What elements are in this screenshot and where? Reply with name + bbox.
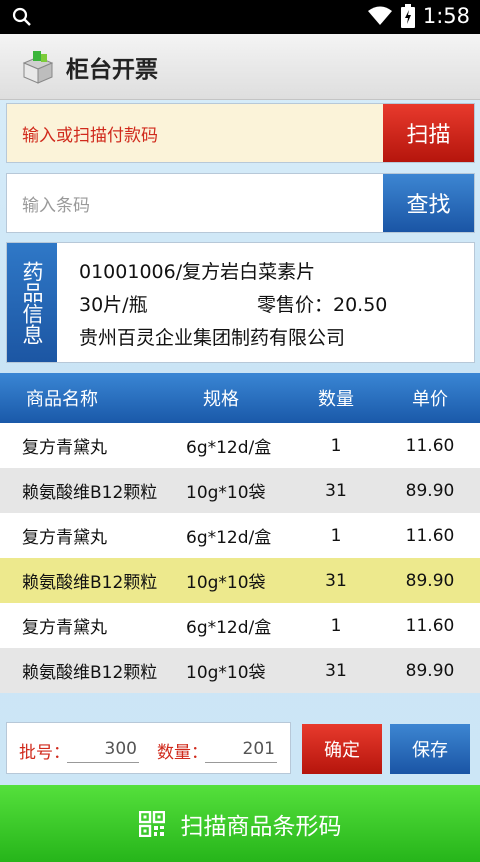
scan-product-label: 扫描商品条形码: [180, 813, 342, 840]
cell-name: 赖氨酸维B12颗粒: [22, 663, 158, 683]
cell-spec: 10g*10袋: [186, 573, 266, 593]
barcode-row: 输入条码 查找: [6, 173, 475, 233]
drug-spec: 30片/瓶: [79, 294, 148, 316]
cell-spec: 6g*12d/盒: [186, 438, 272, 458]
qr-icon: [138, 810, 165, 837]
cell-name: 复方青黛丸: [22, 528, 107, 548]
cell-price: 11.60: [405, 435, 455, 456]
header-name: 商品名称: [26, 389, 98, 410]
table-row[interactable]: 复方青黛丸 6g*12d/盒 1 11.60: [0, 513, 480, 558]
drug-code-name: 01001006/复方岩白菜素片: [79, 261, 316, 283]
app-logo-icon: [22, 50, 54, 84]
qty-label: 数量：: [157, 743, 208, 763]
cell-qty: 1: [330, 435, 342, 456]
cell-name: 复方青黛丸: [22, 438, 107, 458]
barcode-input[interactable]: 输入条码: [7, 174, 383, 232]
cell-qty: 31: [325, 570, 347, 591]
table-row-selected[interactable]: 赖氨酸维B12颗粒 10g*10袋 31 89.90: [0, 558, 480, 603]
batch-label: 批号：: [19, 743, 70, 763]
cell-spec: 6g*12d/盒: [186, 528, 272, 548]
cell-spec: 10g*10袋: [186, 663, 266, 683]
cell-qty: 1: [330, 615, 342, 636]
table-header: 商品名称 规格 数量 单价: [0, 373, 480, 423]
status-bar: 1:58: [0, 0, 480, 34]
header-price: 单价: [412, 389, 448, 410]
page-title: 柜台开票: [66, 56, 158, 83]
cell-price: 11.60: [405, 525, 455, 546]
cell-spec: 6g*12d/盒: [186, 618, 272, 638]
cell-qty: 1: [330, 525, 342, 546]
cell-qty: 31: [325, 660, 347, 681]
payment-code-input[interactable]: 输入或扫描付款码: [7, 104, 383, 162]
scan-payment-button[interactable]: 扫描: [383, 104, 474, 162]
search-icon[interactable]: [12, 7, 32, 27]
cell-qty: 31: [325, 480, 347, 501]
drug-manufacturer: 贵州百灵企业集团制药有限公司: [79, 327, 346, 349]
payment-code-row: 输入或扫描付款码 扫描: [6, 103, 475, 163]
clock: 1:58: [422, 4, 470, 28]
cell-name: 复方青黛丸: [22, 618, 107, 638]
table-row[interactable]: 赖氨酸维B12颗粒 10g*10袋 31 89.90: [0, 468, 480, 513]
cell-price: 11.60: [405, 615, 455, 636]
qty-input[interactable]: 201: [205, 733, 277, 763]
table-row[interactable]: 复方青黛丸 6g*12d/盒 1 11.60: [0, 423, 480, 468]
cell-spec: 10g*10袋: [186, 483, 266, 503]
cell-name: 赖氨酸维B12颗粒: [22, 483, 158, 503]
scan-product-barcode-button[interactable]: 扫描商品条形码: [0, 785, 480, 862]
drug-retail-price: 零售价：20.50: [257, 294, 388, 316]
item-table: 复方青黛丸 6g*12d/盒 1 11.60 赖氨酸维B12颗粒 10g*10袋…: [0, 423, 480, 693]
header-spec: 规格: [203, 389, 239, 410]
save-button[interactable]: 保存: [390, 724, 470, 774]
cell-name: 赖氨酸维B12颗粒: [22, 573, 158, 593]
table-row[interactable]: 赖氨酸维B12颗粒 10g*10袋 31 89.90: [0, 648, 480, 693]
battery-icon: [400, 4, 415, 28]
drug-info-tag: 药品信息: [7, 243, 57, 362]
batch-qty-entry: 批号： 300 数量： 201: [6, 722, 291, 774]
table-row[interactable]: 复方青黛丸 6g*12d/盒 1 11.60: [0, 603, 480, 648]
drug-info-panel: 药品信息 01001006/复方岩白菜素片 30片/瓶 零售价：20.50 贵州…: [6, 242, 475, 363]
cell-price: 89.90: [405, 660, 455, 681]
confirm-button[interactable]: 确定: [302, 724, 382, 774]
cell-price: 89.90: [405, 480, 455, 501]
wifi-icon: [367, 6, 392, 25]
cell-price: 89.90: [405, 570, 455, 591]
app-bar: 柜台开票: [0, 34, 480, 100]
find-button[interactable]: 查找: [383, 174, 474, 232]
header-qty: 数量: [318, 389, 354, 410]
batch-input[interactable]: 300: [67, 733, 139, 763]
